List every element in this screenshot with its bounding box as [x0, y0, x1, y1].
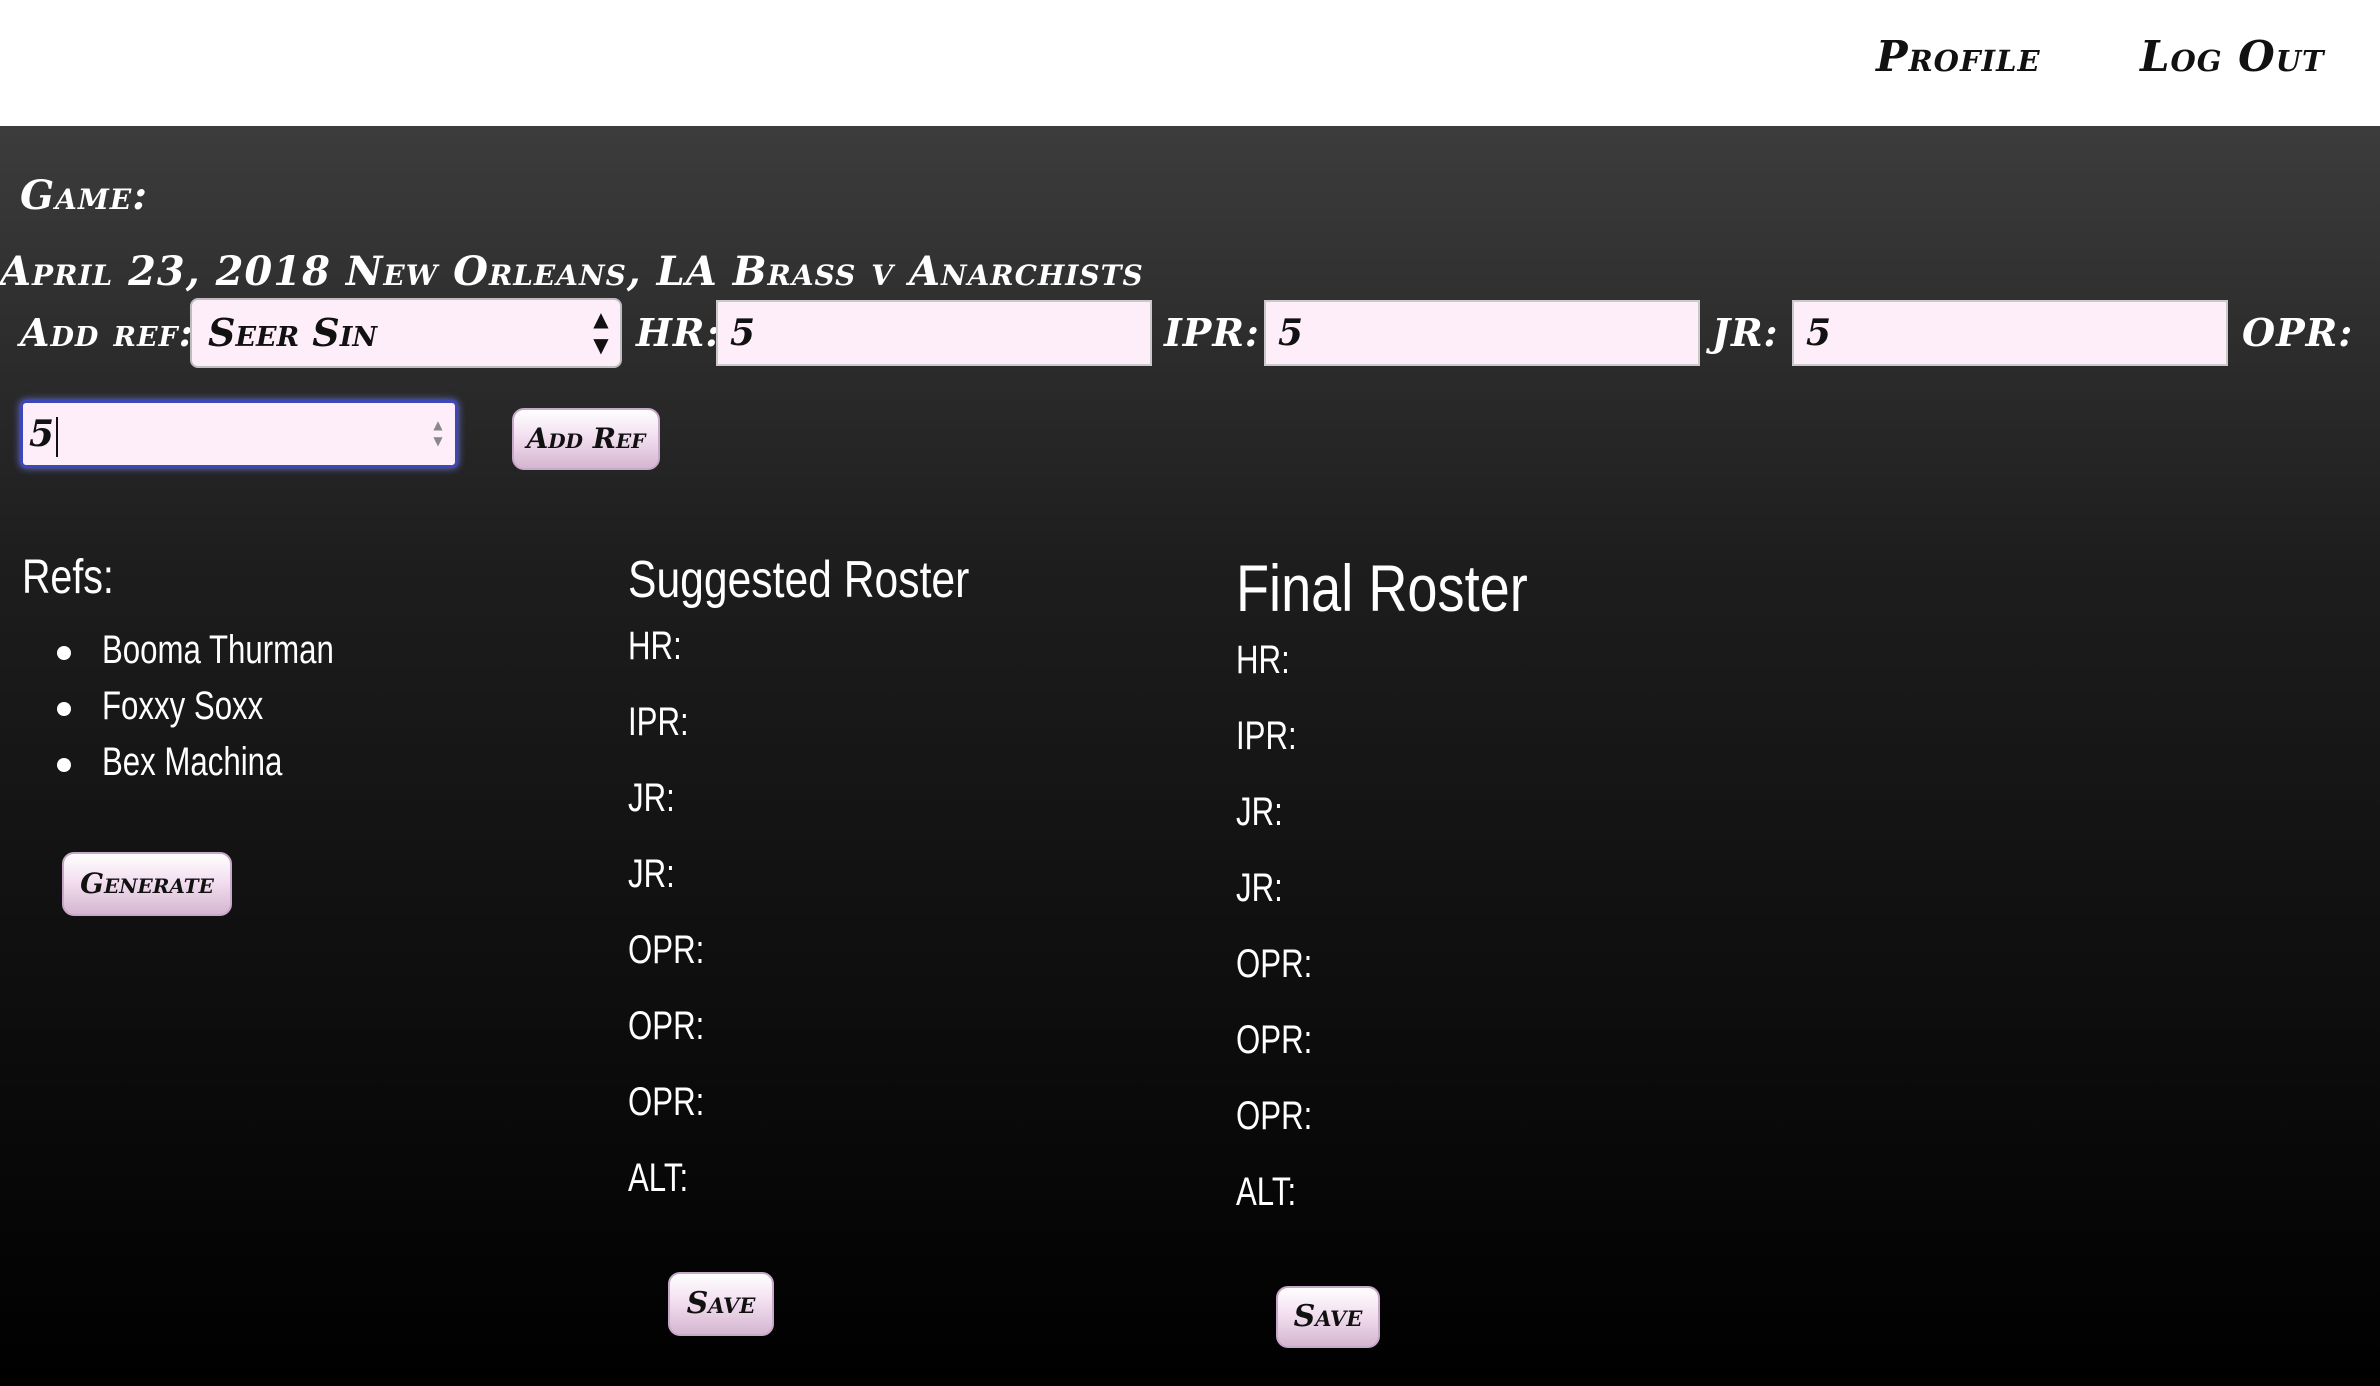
- final-position-opr-1: OPR:: [1236, 942, 1313, 986]
- suggested-position-ipr: IPR:: [628, 700, 689, 744]
- suggested-position-jr-2: JR:: [628, 852, 675, 896]
- list-bullet: [57, 646, 71, 660]
- ref-select[interactable]: Seer Sin ▲ ▼: [190, 298, 622, 368]
- ref-list-item: Foxxy Soxx: [102, 684, 264, 728]
- hr-input[interactable]: 5: [716, 300, 1152, 366]
- game-label: Game:: [20, 172, 148, 219]
- final-position-jr-2: JR:: [1236, 866, 1283, 910]
- generate-button[interactable]: Generate: [62, 852, 232, 916]
- game-description: April 23, 2018 New Orleans, LA Brass v A…: [0, 248, 1144, 295]
- final-position-opr-2: OPR:: [1236, 1018, 1313, 1062]
- suggested-position-opr-3: OPR:: [628, 1080, 705, 1124]
- top-nav-bar: Profile Log Out: [0, 0, 2380, 126]
- updown-arrows-icon: ▲ ▼: [593, 307, 609, 357]
- jr-input-value: 5: [1806, 312, 1832, 354]
- final-position-ipr: IPR:: [1236, 714, 1297, 758]
- list-bullet: [57, 758, 71, 772]
- profile-link[interactable]: Profile: [1876, 32, 2041, 81]
- final-position-hr: HR:: [1236, 638, 1290, 682]
- suggested-roster-heading: Suggested Roster: [628, 551, 970, 609]
- suggested-position-hr: HR:: [628, 624, 682, 668]
- ipr-label: IPR:: [1164, 310, 1260, 355]
- suggested-position-opr-1: OPR:: [628, 928, 705, 972]
- ipr-input-value: 5: [1278, 312, 1304, 354]
- hr-label: HR:: [636, 310, 721, 355]
- jr-label: JR:: [1712, 310, 1779, 355]
- hr-input-value: 5: [730, 312, 756, 354]
- final-position-opr-3: OPR:: [1236, 1094, 1313, 1138]
- jr-input[interactable]: 5: [1792, 300, 2228, 366]
- final-position-alt: ALT:: [1236, 1170, 1297, 1214]
- suggested-position-opr-2: OPR:: [628, 1004, 705, 1048]
- final-position-jr-1: JR:: [1236, 790, 1283, 834]
- refs-heading: Refs:: [22, 551, 114, 604]
- final-roster-heading: Final Roster: [1236, 551, 1528, 625]
- opr-input-value: 5: [29, 413, 55, 455]
- spinner-arrows-icon[interactable]: ▲ ▼: [431, 417, 445, 451]
- list-bullet: [57, 702, 71, 716]
- logout-link[interactable]: Log Out: [2140, 32, 2325, 81]
- add-ref-button[interactable]: Add Ref: [512, 408, 660, 470]
- add-ref-label: Add ref:: [20, 310, 194, 355]
- suggested-position-jr-1: JR:: [628, 776, 675, 820]
- text-caret: [56, 417, 59, 457]
- ref-select-value: Seer Sin: [208, 310, 378, 355]
- opr-input[interactable]: 5 ▲ ▼: [20, 400, 458, 468]
- suggested-position-alt: ALT:: [628, 1156, 689, 1200]
- main-panel: Game: April 23, 2018 New Orleans, LA Bra…: [0, 126, 2380, 1386]
- ref-list-item: Booma Thurman: [102, 628, 334, 672]
- ipr-input[interactable]: 5: [1264, 300, 1700, 366]
- ref-list-item: Bex Machina: [102, 740, 283, 784]
- final-save-button[interactable]: Save: [1276, 1286, 1380, 1348]
- opr-label: OPR:: [2242, 310, 2354, 355]
- suggested-save-button[interactable]: Save: [668, 1272, 774, 1336]
